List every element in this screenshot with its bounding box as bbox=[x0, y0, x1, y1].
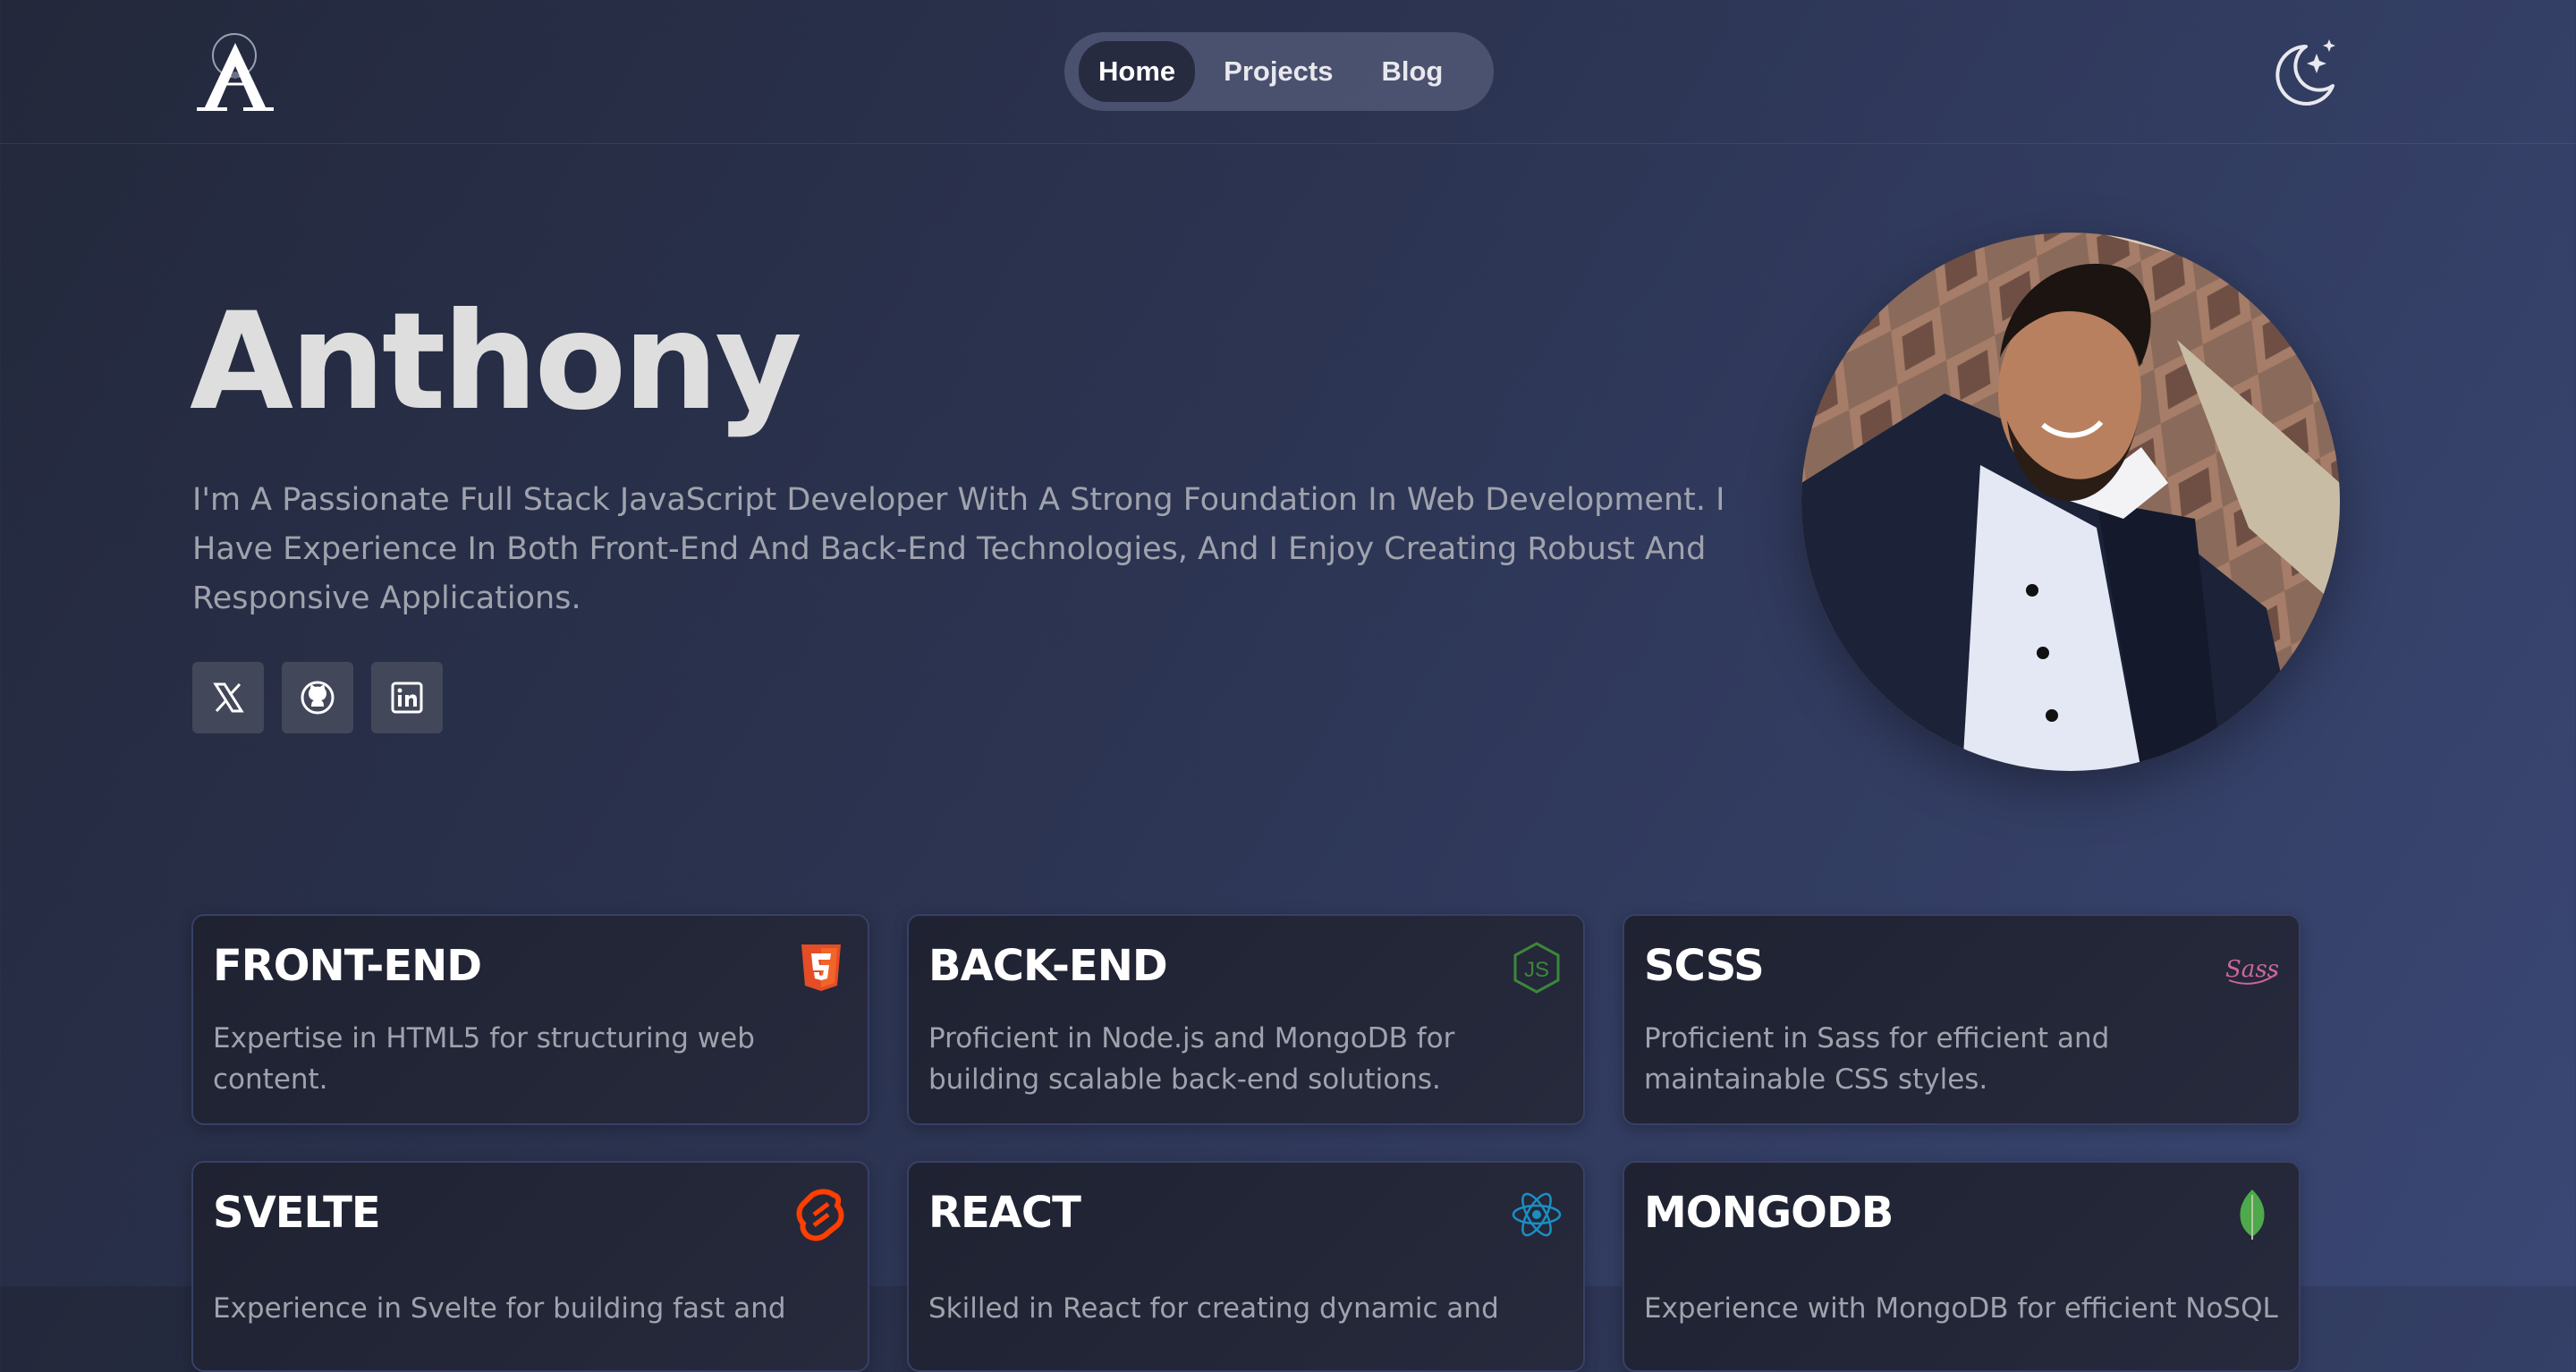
nav-item-projects[interactable]: Projects bbox=[1204, 41, 1352, 102]
github-icon[interactable] bbox=[282, 662, 353, 733]
main-nav: Home Projects Blog bbox=[1064, 32, 1494, 111]
x-twitter-icon[interactable] bbox=[192, 662, 264, 733]
card-title: SVELTE bbox=[213, 1188, 381, 1238]
hero-name: Anthony bbox=[190, 284, 802, 440]
react-icon bbox=[1510, 1188, 1563, 1241]
social-links bbox=[192, 662, 443, 733]
sass-icon: Sass bbox=[2225, 941, 2279, 995]
hero-bio: I'm A Passionate Full Stack JavaScript D… bbox=[192, 482, 1725, 616]
skill-card-front-end: FRONT-END Expertise in HTML5 for structu… bbox=[191, 914, 869, 1125]
skill-card-svelte: SVELTE Experience in Svelte for building… bbox=[191, 1161, 869, 1372]
card-description: Proficient in Sass for efficient and mai… bbox=[1644, 1022, 2110, 1096]
skill-card-scss: SCSS Sass Proficient in Sass for efficie… bbox=[1623, 914, 2301, 1125]
profile-photo bbox=[1801, 233, 2340, 771]
card-title: BACK-END bbox=[928, 941, 1168, 991]
site-logo-icon[interactable] bbox=[191, 32, 279, 114]
nav-item-blog[interactable]: Blog bbox=[1361, 41, 1462, 102]
card-description: Skilled in React for creating dynamic an… bbox=[928, 1292, 1499, 1325]
nav-item-home[interactable]: Home bbox=[1079, 41, 1196, 102]
html5-icon bbox=[794, 941, 848, 995]
card-title: FRONT-END bbox=[213, 941, 482, 991]
card-title: SCSS bbox=[1644, 941, 1765, 991]
card-description: Experience in Svelte for building fast a… bbox=[213, 1292, 786, 1325]
skill-card-mongodb: MONGODB Experience with MongoDB for effi… bbox=[1623, 1161, 2301, 1372]
card-description: Proficient in Node.js and MongoDB for bu… bbox=[928, 1022, 1455, 1096]
nodejs-icon: JS bbox=[1510, 941, 1563, 995]
site-header: Home Projects Blog bbox=[0, 0, 2576, 144]
svelte-icon bbox=[794, 1188, 848, 1241]
card-description: Experience with MongoDB for efficient No… bbox=[1644, 1292, 2278, 1325]
card-title: MONGODB bbox=[1644, 1188, 1894, 1238]
svg-text:JS: JS bbox=[1524, 958, 1549, 982]
linkedin-icon[interactable] bbox=[371, 662, 443, 733]
svg-text:Sass: Sass bbox=[2225, 956, 2279, 983]
skill-card-react: REACT Skilled in React for creating dyna… bbox=[907, 1161, 1585, 1372]
mongodb-leaf-icon bbox=[2225, 1188, 2279, 1241]
skill-card-back-end: BACK-END JS Proficient in Node.js and Mo… bbox=[907, 914, 1585, 1125]
moon-stars-icon[interactable] bbox=[2270, 34, 2342, 107]
card-description: Expertise in HTML5 for structuring web c… bbox=[213, 1022, 755, 1096]
card-title: REACT bbox=[928, 1188, 1081, 1238]
